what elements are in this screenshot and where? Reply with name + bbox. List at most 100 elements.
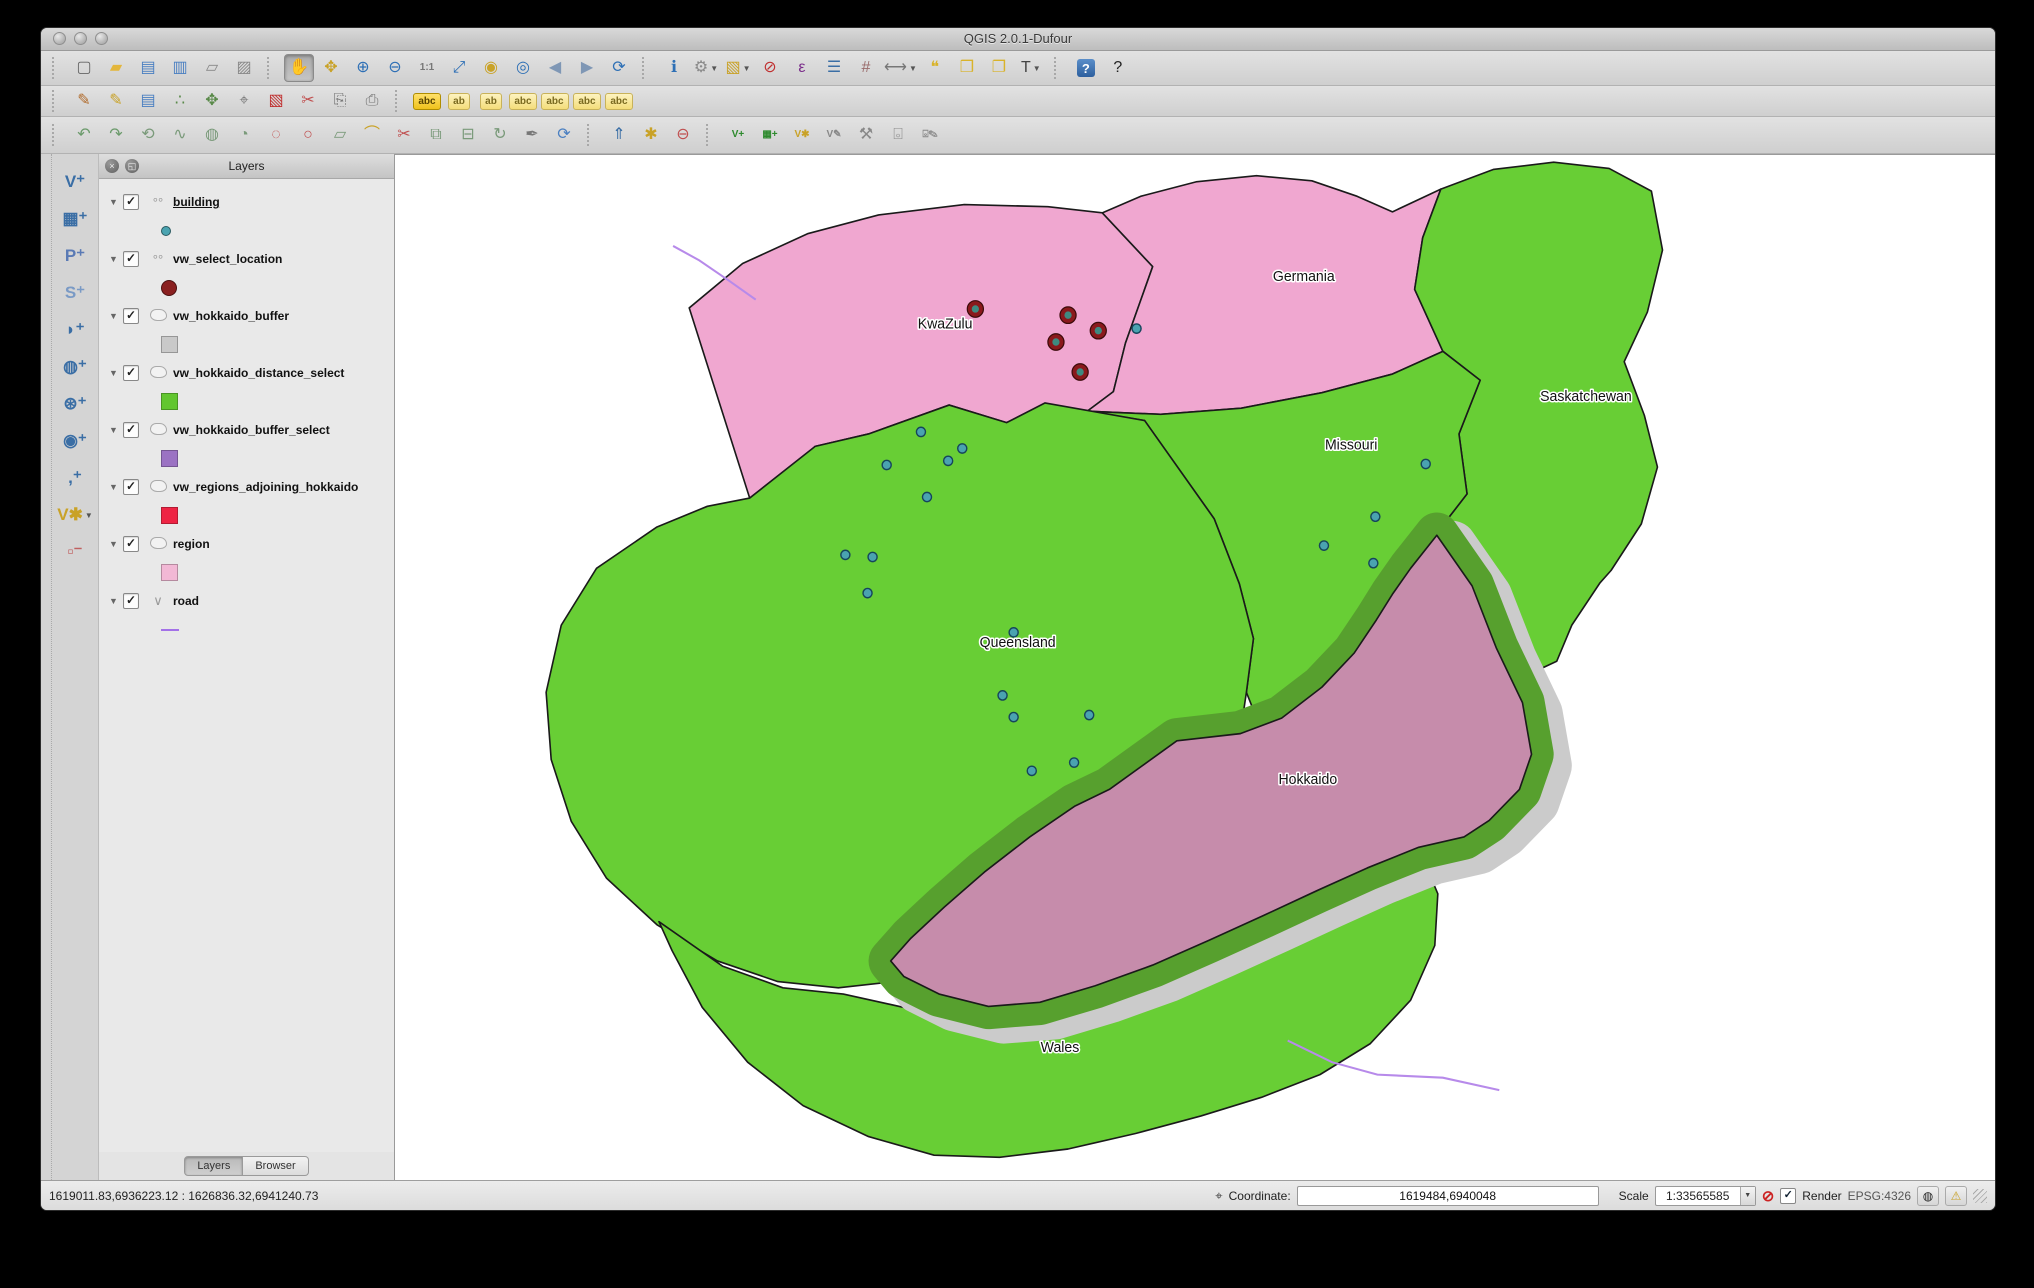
render-checkbox[interactable]: ✓ (1780, 1187, 1797, 1204)
toggle-editing-button[interactable]: ✎ (101, 87, 131, 115)
pan-map-button[interactable]: ✋ (284, 54, 314, 82)
select-features-dropdown-icon[interactable]: ▼ (743, 64, 751, 73)
minimize-window-button[interactable] (74, 32, 87, 45)
split-features-button[interactable]: ✂ (389, 121, 419, 149)
text-annotation-button[interactable]: T ▼ (1016, 54, 1046, 82)
layers-upload-button[interactable]: ⇑ (604, 121, 634, 149)
save-project-as-button[interactable]: ▥ (165, 54, 195, 82)
expand-triangle-icon[interactable]: ▼ (109, 596, 123, 606)
add-spatialite-layer-button[interactable]: S⁺ (59, 279, 91, 307)
pan-to-selection-button[interactable]: ✥ (316, 54, 346, 82)
whats-this-button[interactable]: ? (1103, 54, 1133, 82)
reshape-features-button[interactable]: ▱ (325, 121, 355, 149)
measure-button[interactable]: ⟷ ▼ (883, 54, 918, 82)
run-feature-action-button[interactable]: ⚙ ▼ (691, 54, 721, 82)
toolbar-separator[interactable] (52, 90, 63, 112)
layer-item-road[interactable]: ▼ ✓ ∨ road (99, 586, 394, 616)
layer-visibility-checkbox[interactable]: ✓ (123, 308, 139, 324)
dock-drag-handle[interactable] (41, 154, 52, 1180)
node-tool-button[interactable]: ⌖ (229, 87, 259, 115)
build-hammer-button[interactable]: ⚒ (851, 121, 881, 149)
zoom-to-selection-button[interactable]: ◉ (476, 54, 506, 82)
rotate-label-button[interactable]: abc (572, 87, 602, 115)
mouse-position-toggle-icon[interactable]: ⌖ (1215, 1188, 1222, 1204)
merge-features-button[interactable]: ⧉ (421, 121, 451, 149)
layer-visibility-checkbox[interactable]: ✓ (123, 251, 139, 267)
move-feature-button[interactable]: ✥ (197, 87, 227, 115)
zoom-last-button[interactable]: ◀ (540, 54, 570, 82)
zoom-native-button[interactable]: 1:1 (412, 54, 442, 82)
resize-grip[interactable] (1973, 1188, 1987, 1203)
redo-button[interactable]: ↷ (101, 121, 131, 149)
tab-browser[interactable]: Browser (243, 1156, 309, 1176)
layers-remove-button[interactable]: ⊖ (668, 121, 698, 149)
add-raster-plus-button[interactable]: ▦+ (755, 121, 785, 149)
expand-triangle-icon[interactable]: ▼ (109, 197, 123, 207)
new-shapefile-layer-dropdown-icon[interactable]: ▼ (85, 511, 93, 520)
pin-labels-button[interactable]: ab (444, 87, 474, 115)
add-feature-button[interactable]: ∴ (165, 87, 195, 115)
save-project-button[interactable]: ▤ (133, 54, 163, 82)
crs-status-globe-icon[interactable]: ◍ (1917, 1185, 1939, 1206)
title-bar[interactable]: QGIS 2.0.1-Dufour (41, 28, 1995, 51)
add-vector-plus-button[interactable]: V+ (723, 121, 753, 149)
toolbar-separator[interactable] (706, 124, 717, 146)
toolbar-separator[interactable] (52, 57, 63, 79)
add-ring-button[interactable]: ◍ (197, 121, 227, 149)
layer-visibility-checkbox[interactable]: ✓ (123, 422, 139, 438)
add-raster-layer-button[interactable]: ▦⁺ (59, 205, 91, 233)
map-scroll-edit-button[interactable]: ⌻✎ (915, 121, 945, 149)
layer-item-region[interactable]: ▼ ✓ region (99, 529, 394, 559)
add-delimited-text-layer-button[interactable]: ,⁺ (59, 464, 91, 492)
select-features-button[interactable]: ▧ ▼ (723, 54, 753, 82)
add-mssql-layer-button[interactable]: ◗⁺ (59, 316, 91, 344)
map-scroll-button[interactable]: ⌻ (883, 121, 913, 149)
stop-render-icon[interactable]: ⊘ (1762, 1187, 1775, 1205)
save-layer-edits-button[interactable]: ▤ (133, 87, 163, 115)
simplify-feature-button[interactable]: ∿ (165, 121, 195, 149)
composer-manager-button[interactable]: ▨ (229, 54, 259, 82)
add-wms-layer-button[interactable]: ◍⁺ (59, 353, 91, 381)
open-attribute-table-button[interactable]: ☰ (819, 54, 849, 82)
new-project-button[interactable]: ▢ (69, 54, 99, 82)
layer-item-vw_hokkaido_buffer[interactable]: ▼ ✓ vw_hokkaido_buffer (99, 301, 394, 331)
show-hide-labels-button[interactable]: abc (508, 87, 538, 115)
highlight-pinned-labels-button[interactable]: ab (476, 87, 506, 115)
new-print-composer-button[interactable]: ▱ (197, 54, 227, 82)
offset-curve-button[interactable]: ⌒ (357, 121, 387, 149)
redraw-arrow-button[interactable]: ⟳ (549, 121, 579, 149)
ink-pen-tool-button[interactable]: ✒ (517, 121, 547, 149)
add-part-button[interactable]: ◔ (229, 121, 259, 149)
expand-triangle-icon[interactable]: ▼ (109, 539, 123, 549)
layer-visibility-checkbox[interactable]: ✓ (123, 194, 139, 210)
undo-button[interactable]: ↶ (69, 121, 99, 149)
toolbar-separator[interactable] (587, 124, 598, 146)
tab-layers[interactable]: Layers (184, 1156, 244, 1176)
show-bookmarks-button[interactable]: ❐ (984, 54, 1014, 82)
vector-edit-button[interactable]: V✎ (819, 121, 849, 149)
expand-triangle-icon[interactable]: ▼ (109, 425, 123, 435)
field-calculator-abacus-button[interactable]: # (851, 54, 881, 82)
text-annotation-dropdown-icon[interactable]: ▼ (1033, 64, 1041, 73)
measure-dropdown-icon[interactable]: ▼ (909, 64, 917, 73)
rotate-point-symbols-button[interactable]: ↻ (485, 121, 515, 149)
layer-visibility-checkbox[interactable]: ✓ (123, 536, 139, 552)
merge-feature-attributes-button[interactable]: ⊟ (453, 121, 483, 149)
toolbar-separator[interactable] (642, 57, 653, 79)
layers-sync-button[interactable]: ✱ (636, 121, 666, 149)
help-contents-button[interactable]: ? (1071, 54, 1101, 82)
select-by-expression-button[interactable]: ε (787, 54, 817, 82)
add-vector-layer-button[interactable]: V⁺ (59, 168, 91, 196)
zoom-full-extent-button[interactable]: ⤢ (444, 54, 474, 82)
log-warning-icon[interactable]: ⚠ (1945, 1185, 1967, 1206)
add-postgis-layer-button[interactable]: P⁺ (59, 242, 91, 270)
expand-triangle-icon[interactable]: ▼ (109, 368, 123, 378)
new-shapefile-layer-button[interactable]: V✱ ▼ (57, 501, 93, 529)
coordinate-input[interactable]: 1619484,6940048 (1296, 1185, 1599, 1206)
layer-item-vw_select_location[interactable]: ▼ ✓ °° vw_select_location (99, 244, 394, 274)
expand-triangle-icon[interactable]: ▼ (109, 311, 123, 321)
layer-visibility-checkbox[interactable]: ✓ (123, 479, 139, 495)
scale-dropdown-icon[interactable]: ▼ (1739, 1186, 1755, 1205)
zoom-to-layer-button[interactable]: ◎ (508, 54, 538, 82)
open-project-button[interactable]: ▰ (101, 54, 131, 82)
